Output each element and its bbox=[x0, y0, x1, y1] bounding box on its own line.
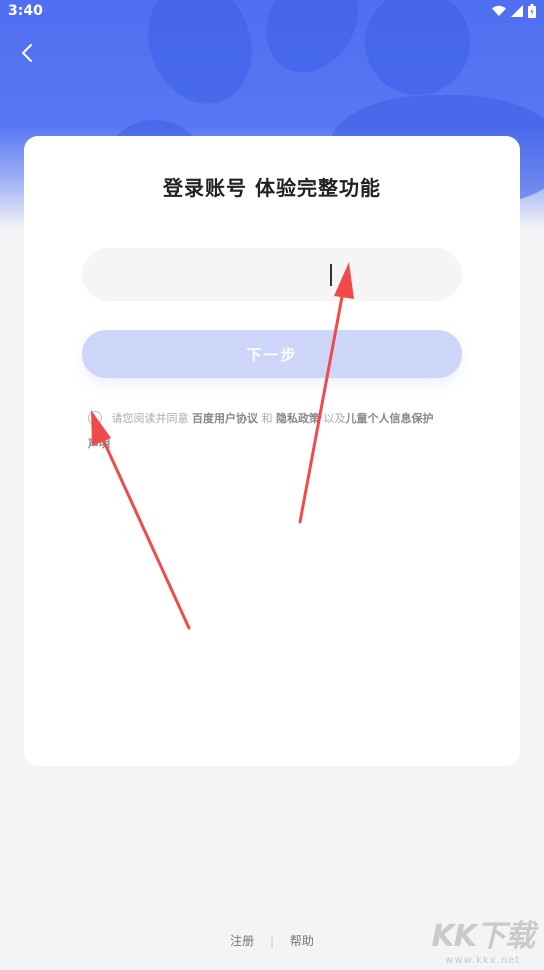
page-title: 登录账号 体验完整功能 bbox=[163, 176, 381, 200]
battery-icon bbox=[528, 4, 536, 18]
status-bar: 3:40 bbox=[0, 0, 544, 26]
wifi-icon bbox=[492, 5, 506, 16]
child-privacy-link-cont[interactable]: 声明 bbox=[88, 437, 110, 450]
login-card: 登录账号 体验完整功能 下一步 请您阅读并同意 百度用户协议 和 隐私政策 以及… bbox=[24, 136, 520, 766]
account-input-container bbox=[82, 248, 462, 301]
agreement-and: 和 bbox=[261, 412, 273, 425]
agreement-prefix: 请您阅读并同意 bbox=[111, 412, 189, 425]
watermark: KK下载 www.kkx.net bbox=[432, 911, 535, 966]
chevron-left-icon bbox=[22, 44, 32, 62]
account-input[interactable] bbox=[82, 248, 462, 301]
agreement-also: 以及 bbox=[323, 412, 346, 425]
cellular-signal-icon bbox=[511, 5, 523, 17]
text-cursor bbox=[330, 264, 332, 286]
next-step-button[interactable]: 下一步 bbox=[82, 330, 462, 378]
watermark-url: www.kkx.net bbox=[445, 955, 521, 966]
child-privacy-link[interactable]: 儿童个人信息保护 bbox=[346, 412, 434, 425]
status-time: 3:40 bbox=[8, 3, 43, 19]
watermark-logo: KK下载 bbox=[431, 919, 535, 954]
agreement-checkbox[interactable] bbox=[88, 411, 102, 425]
footer-separator: | bbox=[269, 934, 275, 948]
help-link[interactable]: 帮助 bbox=[290, 934, 314, 948]
register-link[interactable]: 注册 bbox=[230, 934, 254, 948]
agreement-row: 请您阅读并同意 百度用户协议 和 隐私政策 以及儿童个人信息保护 声明 bbox=[88, 406, 468, 456]
privacy-link[interactable]: 隐私政策 bbox=[276, 412, 320, 425]
terms-link[interactable]: 百度用户协议 bbox=[192, 412, 258, 425]
back-button[interactable] bbox=[12, 38, 42, 68]
